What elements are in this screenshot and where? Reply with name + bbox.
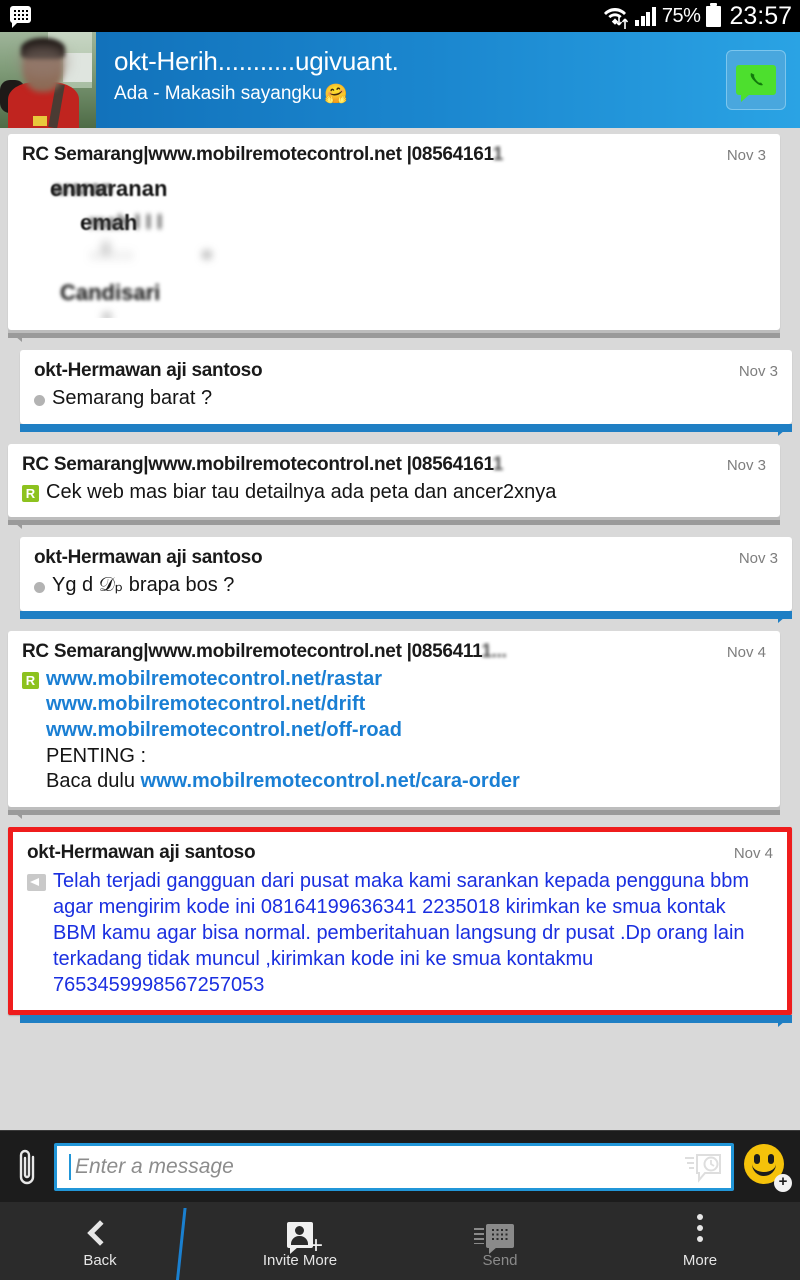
nav-label: Invite More xyxy=(262,1251,338,1269)
message-text: Semarang barat ? xyxy=(52,387,213,409)
message-input[interactable]: Enter a message xyxy=(75,1155,683,1179)
chat-message-sent-highlighted[interactable]: okt-Hermawan aji santoso Nov 4 Telah ter… xyxy=(0,826,800,1027)
chevron-left-icon xyxy=(87,1214,113,1248)
nav-item-send[interactable]: Send xyxy=(400,1214,600,1269)
baca-dulu-prefix: Baca dulu xyxy=(46,770,141,793)
add-person-icon: + xyxy=(287,1214,323,1257)
sender-blurred-suffix: 1 xyxy=(492,144,504,165)
message-bubble: RC Semarang|www.mobilremotecontrol.net |… xyxy=(8,630,780,807)
timed-message-icon[interactable] xyxy=(683,1150,723,1184)
paperclip-icon[interactable] xyxy=(10,1144,44,1190)
sender-blurred-suffix: 1... xyxy=(481,640,507,662)
blurred-line-1-ghost: araran xyxy=(52,178,114,200)
message-timestamp: Nov 3 xyxy=(726,456,766,474)
bubble-tail xyxy=(20,423,792,436)
message-link[interactable]: www.mobilremotecontrol.net/cara-order xyxy=(141,770,520,792)
sender-blurred-suffix: 1 xyxy=(492,453,504,475)
signal-bars-icon xyxy=(635,6,656,26)
bbm-send-icon xyxy=(474,1214,514,1254)
message-timestamp: Nov 3 xyxy=(738,363,778,380)
nav-item-invite-more[interactable]: + Invite More xyxy=(200,1214,400,1269)
message-link[interactable]: www.mobilremotecontrol.net/drift xyxy=(46,692,520,718)
status-bar: 75% 23:57 xyxy=(0,0,800,32)
status-bar-left xyxy=(10,6,603,28)
message-sender: okt-Hermawan aji santoso xyxy=(27,841,256,863)
chat-message-list[interactable]: RC Semarang|www.mobilremotecontrol.net |… xyxy=(0,128,800,1130)
penting-label: PENTING : xyxy=(46,744,147,767)
chat-message-received[interactable]: RC Semarang|www.mobilremotecontrol.net |… xyxy=(0,134,800,342)
message-bubble: RC Semarang|www.mobilremotecontrol.net |… xyxy=(8,134,780,330)
message-bubble: okt-Hermawan aji santoso Nov 4 Telah ter… xyxy=(8,826,792,1015)
message-bubble: RC Semarang|www.mobilremotecontrol.net |… xyxy=(8,443,780,518)
title-smudge-a: ........... xyxy=(217,46,295,76)
nav-label: Send xyxy=(482,1251,518,1269)
nav-item-back[interactable]: Back xyxy=(0,1214,200,1269)
battery-percent: 75% xyxy=(661,4,701,27)
smiley-plus-icon[interactable]: + xyxy=(744,1143,792,1192)
message-timestamp: Nov 4 xyxy=(726,643,766,661)
message-sender: RC Semarang|www.mobilremotecontrol.net |… xyxy=(22,144,504,165)
bubble-tail xyxy=(8,330,780,342)
message-timestamp: Nov 3 xyxy=(738,550,778,568)
chat-message-sent[interactable]: okt-Hermawan aji santoso Nov 3 Yg d 𝒟ₚ b… xyxy=(0,537,800,623)
message-body-blurred: enmaranan araran emah mah l l l . l . . … xyxy=(22,168,766,318)
message-input-bar: Enter a message + xyxy=(0,1130,800,1202)
nav-label: More xyxy=(682,1251,718,1269)
chat-message-received[interactable]: RC Semarang|www.mobilremotecontrol.net |… xyxy=(0,630,800,819)
blurred-line-4: Candisari xyxy=(60,280,161,305)
status-clock: 23:57 xyxy=(729,1,792,30)
message-timestamp: Nov 3 xyxy=(726,147,766,164)
status-bar-right: 75% 23:57 xyxy=(603,2,792,31)
message-sender: okt-Hermawan aji santoso xyxy=(34,547,263,569)
avatar[interactable] xyxy=(0,32,96,128)
message-sender: okt-Hermawan aji santoso xyxy=(34,360,263,381)
chat-message-received[interactable]: RC Semarang|www.mobilremotecontrol.net |… xyxy=(0,443,800,530)
page-title-blurred: rih xyxy=(189,46,218,76)
plus-badge: + xyxy=(774,1173,792,1192)
title-smudge-b: vuant. xyxy=(329,46,399,76)
text-caret xyxy=(69,1153,71,1180)
bubble-tail xyxy=(8,517,780,530)
broadcast-icon xyxy=(27,873,46,891)
blurred-smudge-a: o xyxy=(202,246,212,263)
read-badge-icon: R xyxy=(22,484,39,502)
message-bubble: okt-Hermawan aji santoso Nov 3 Semarang … xyxy=(20,350,792,424)
read-badge-icon: R xyxy=(22,671,39,689)
nav-item-more[interactable]: More xyxy=(600,1213,800,1269)
header-text-block[interactable]: okt-Herih...........ugivuant. Ada - Maka… xyxy=(96,32,726,128)
message-sender: RC Semarang|www.mobilremotecontrol.net |… xyxy=(22,640,507,662)
page-title: okt-He xyxy=(114,46,190,76)
message-bubble: okt-Hermawan aji santoso Nov 3 Yg d 𝒟ₚ b… xyxy=(20,537,792,611)
header-subtitle-text: Ada - Makasih sayangku xyxy=(114,83,323,104)
message-text: Telah terjadi gangguan dari pusat maka k… xyxy=(53,869,750,996)
bbm-logo-icon xyxy=(10,6,32,28)
message-link[interactable]: www.mobilremotecontrol.net/off-road xyxy=(46,718,520,744)
chat-message-sent[interactable]: okt-Hermawan aji santoso Nov 3 Semarang … xyxy=(0,350,800,436)
message-sender: RC Semarang|www.mobilremotecontrol.net |… xyxy=(22,453,504,475)
chat-header: okt-Herih...........ugivuant. Ada - Maka… xyxy=(0,32,800,128)
page-title-blurred-2: ugi xyxy=(294,46,330,76)
battery-icon xyxy=(706,2,722,27)
blurred-line-2-ghost: mah l l l xyxy=(88,212,163,234)
wifi-icon xyxy=(603,5,627,27)
message-timestamp: Nov 4 xyxy=(733,844,773,862)
delivered-dot-icon xyxy=(34,582,45,594)
blurred-smudge-b: o xyxy=(102,308,112,318)
bubble-tail xyxy=(8,806,780,819)
delivered-dot-icon xyxy=(34,395,45,406)
bottom-navigation-bar: Back + Invite More Send More xyxy=(0,1202,800,1280)
hug-emoji-icon: 🤗 xyxy=(324,84,348,105)
bubble-tail xyxy=(20,1014,792,1027)
blurred-line-3-ghost: . l . . xyxy=(92,240,131,262)
nav-label: Back xyxy=(83,1251,117,1269)
bubble-tail xyxy=(20,610,792,623)
message-text: www.mobilremotecontrol.net/rastar www.mo… xyxy=(46,667,520,795)
kebab-menu-icon xyxy=(697,1213,703,1248)
voice-chat-icon[interactable] xyxy=(726,50,786,110)
message-link[interactable]: www.mobilremotecontrol.net/rastar xyxy=(46,667,520,693)
message-text: Cek web mas biar tau detailnya ada peta … xyxy=(46,480,557,503)
search-input-wrapper[interactable]: Enter a message xyxy=(54,1142,734,1191)
header-subtitle: Ada - Makasih sayangku 🤗 xyxy=(114,82,726,106)
message-text: Yg d 𝒟ₚ brapa bos ? xyxy=(52,574,235,597)
